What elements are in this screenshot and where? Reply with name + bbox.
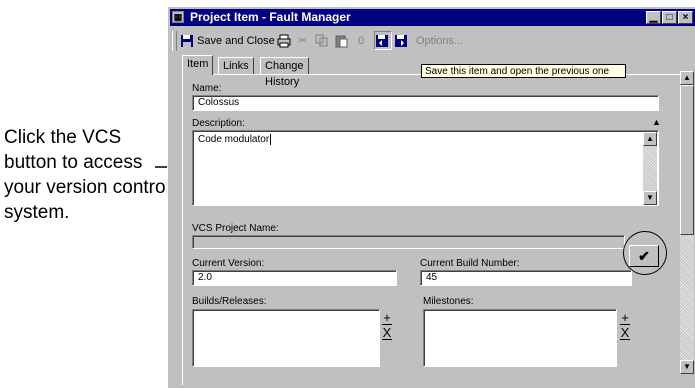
form-scrollbar[interactable]: ▲ ▼ xyxy=(680,71,694,374)
copy-icon xyxy=(315,34,328,47)
window-icon[interactable]: ▦ xyxy=(172,11,184,23)
form-scroll-down-icon[interactable]: ▼ xyxy=(680,360,694,374)
description-scrollbar[interactable]: ▲ ▼ xyxy=(643,132,657,205)
maximize-button[interactable]: □ xyxy=(662,11,677,24)
next-item-button[interactable] xyxy=(394,32,408,50)
remove-milestone-button[interactable]: X xyxy=(620,326,630,340)
description-text: Code modulator xyxy=(198,134,270,145)
cut-icon: ✂ xyxy=(298,35,308,47)
description-field[interactable]: Code modulator xyxy=(192,130,659,206)
save-close-label: Save and Close xyxy=(197,35,275,47)
copy-button[interactable] xyxy=(315,32,329,50)
vcs-project-name-field xyxy=(192,235,625,249)
previous-item-button[interactable] xyxy=(374,31,392,50)
tab-links[interactable]: Links xyxy=(218,57,254,74)
tab-change-history[interactable]: Change History xyxy=(260,57,309,88)
paste-icon xyxy=(335,35,348,48)
save-close-button[interactable]: Save and Close ▼ xyxy=(180,32,286,50)
name-field[interactable]: Colossus xyxy=(192,95,659,111)
vcs-project-name-label: VCS Project Name: xyxy=(192,223,279,234)
previous-item-icon xyxy=(376,35,388,48)
description-label: Description: xyxy=(192,118,245,129)
tab-item[interactable]: Item xyxy=(182,55,214,75)
close-button[interactable]: × xyxy=(678,11,693,24)
project-item-window: ▦ Project Item - Fault Manager ▁ □ × Sav… xyxy=(167,6,695,388)
print-button[interactable] xyxy=(277,32,291,50)
toolbar: Save and Close ▼ ✂ 0 xyxy=(170,29,695,53)
print-icon xyxy=(277,34,291,48)
scroll-down-icon[interactable]: ▼ xyxy=(643,191,657,205)
current-build-number-label: Current Build Number: xyxy=(420,258,520,269)
form-scroll-thumb[interactable] xyxy=(680,85,694,235)
milestones-label: Milestones: xyxy=(423,296,474,307)
window-title: Project Item - Fault Manager xyxy=(190,10,351,24)
attach-button[interactable]: 0 xyxy=(358,32,364,50)
current-version-field[interactable]: 2.0 xyxy=(192,270,397,286)
form-scroll-up-icon[interactable]: ▲ xyxy=(680,71,694,85)
title-bar: ▦ Project Item - Fault Manager ▁ □ × xyxy=(170,9,695,26)
options-button[interactable]: Options... xyxy=(416,32,463,50)
milestones-list[interactable] xyxy=(423,309,617,367)
scroll-up-icon[interactable]: ▲ xyxy=(643,132,657,146)
current-version-label: Current Version: xyxy=(192,258,265,269)
remove-build-button[interactable]: X xyxy=(382,326,392,340)
builds-releases-list[interactable] xyxy=(192,309,380,367)
add-build-button[interactable]: + xyxy=(382,311,392,325)
toolbar-grip[interactable] xyxy=(172,31,177,51)
checkmark-icon: ✔ xyxy=(638,248,650,264)
minimize-button[interactable]: ▁ xyxy=(646,11,661,24)
current-build-number-field[interactable]: 45 xyxy=(420,270,632,286)
text-cursor xyxy=(270,134,272,145)
save-close-icon xyxy=(181,35,193,48)
paste-button[interactable] xyxy=(334,32,348,50)
add-milestone-button[interactable]: + xyxy=(620,311,630,325)
next-item-icon xyxy=(395,35,407,48)
tooltip: Save this item and open the previous one xyxy=(421,64,626,78)
vcs-button[interactable]: ✔ xyxy=(629,245,659,267)
name-label: Name: xyxy=(192,83,222,94)
attach-icon: 0 xyxy=(358,35,365,47)
builds-releases-label: Builds/Releases: xyxy=(192,296,267,307)
cut-button[interactable]: ✂ xyxy=(298,32,307,50)
collapse-up-icon[interactable]: ▲ xyxy=(652,117,661,127)
